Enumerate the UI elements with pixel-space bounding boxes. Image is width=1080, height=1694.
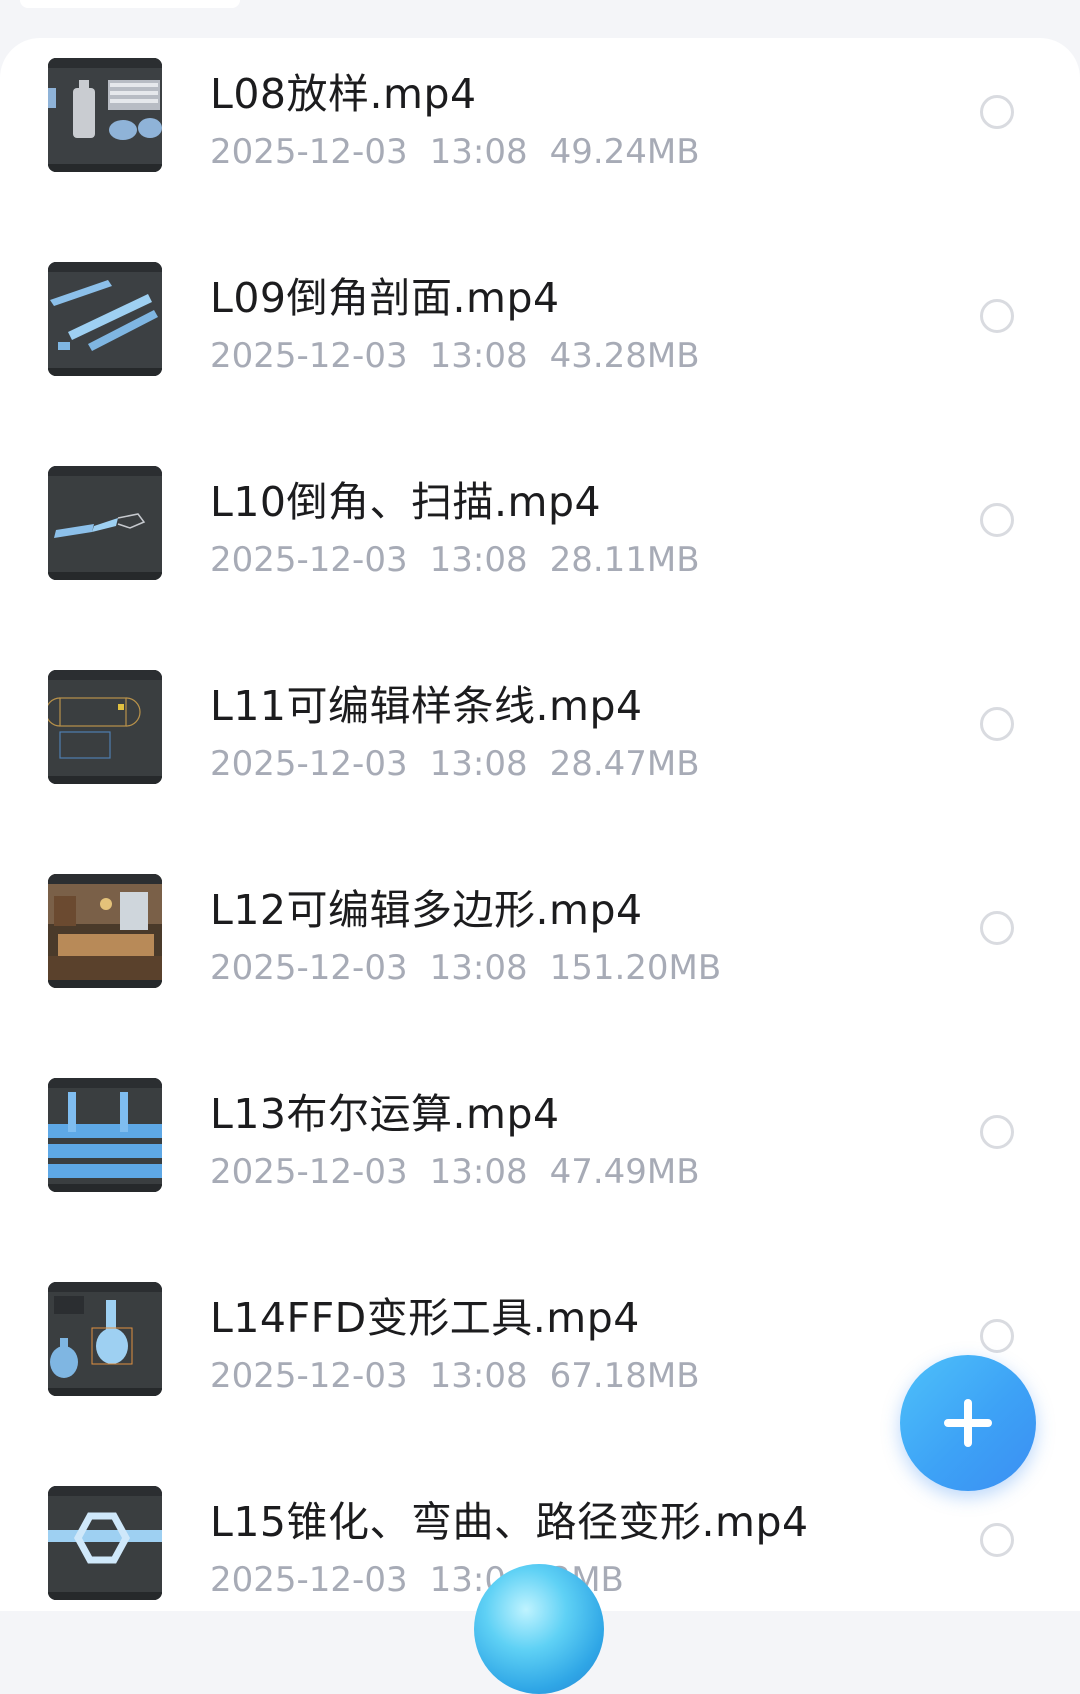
select-radio[interactable] xyxy=(980,299,1014,333)
file-date: 2025-12-03 xyxy=(210,1152,408,1192)
file-meta: 2025-12-03 13:08 28.11MB xyxy=(210,540,722,580)
file-time: 13:08 xyxy=(429,1356,528,1396)
file-row[interactable]: L12可编辑多边形.mp4 2025-12-03 13:08 151.20MB xyxy=(0,854,1080,1058)
file-name: L10倒角、扫描.mp4 xyxy=(210,478,602,526)
file-time: 13:08 xyxy=(429,336,528,376)
file-name: L12可编辑多边形.mp4 xyxy=(210,886,643,934)
file-size: 28.47MB xyxy=(549,744,700,784)
file-name: L13布尔运算.mp4 xyxy=(210,1090,560,1138)
file-name: L11可编辑样条线.mp4 xyxy=(210,682,643,730)
file-date: 2025-12-03 xyxy=(210,744,408,784)
file-row[interactable]: L09倒角剖面.mp4 2025-12-03 13:08 43.28MB xyxy=(0,242,1080,446)
file-name: L08放样.mp4 xyxy=(210,70,477,118)
file-size: 151.20MB xyxy=(549,948,722,988)
video-thumbnail xyxy=(48,466,162,580)
video-thumbnail xyxy=(48,670,162,784)
select-radio[interactable] xyxy=(980,95,1014,129)
file-name: L09倒角剖面.mp4 xyxy=(210,274,560,322)
file-date: 2025-12-03 xyxy=(210,1560,408,1600)
file-row[interactable]: L10倒角、扫描.mp4 2025-12-03 13:08 28.11MB xyxy=(0,446,1080,650)
file-date: 2025-12-03 xyxy=(210,132,408,172)
video-thumbnail xyxy=(48,1078,162,1192)
file-size: 28.11MB xyxy=(549,540,700,580)
file-date: 2025-12-03 xyxy=(210,336,408,376)
file-meta: 2025-12-03 13:08 43.28MB xyxy=(210,336,722,376)
file-meta: 2025-12-03 13:08 151.20MB xyxy=(210,948,743,988)
file-size: 67.18MB xyxy=(549,1356,700,1396)
file-row[interactable]: L13布尔运算.mp4 2025-12-03 13:08 47.49MB xyxy=(0,1058,1080,1262)
file-time: 13:08 xyxy=(429,948,528,988)
add-button[interactable] xyxy=(900,1355,1036,1491)
plus-icon xyxy=(944,1399,992,1447)
select-radio[interactable] xyxy=(980,1523,1014,1557)
file-meta: 2025-12-03 13:08 49.24MB xyxy=(210,132,722,172)
video-thumbnail xyxy=(48,262,162,376)
file-size: 49.24MB xyxy=(549,132,700,172)
file-size: 43.28MB xyxy=(549,336,700,376)
select-radio[interactable] xyxy=(980,503,1014,537)
file-meta: 2025-12-03 13:08 47.49MB xyxy=(210,1152,722,1192)
file-time: 13:08 xyxy=(429,744,528,784)
file-time: 13:08 xyxy=(429,1152,528,1192)
file-time: 13:08 xyxy=(429,540,528,580)
file-row[interactable]: L11可编辑样条线.mp4 2025-12-03 13:08 28.47MB xyxy=(0,650,1080,854)
select-radio[interactable] xyxy=(980,707,1014,741)
select-radio[interactable] xyxy=(980,911,1014,945)
file-date: 2025-12-03 xyxy=(210,540,408,580)
file-date: 2025-12-03 xyxy=(210,948,408,988)
floating-assistant-ball[interactable] xyxy=(474,1564,604,1694)
file-date: 2025-12-03 xyxy=(210,1356,408,1396)
top-bar-remnant xyxy=(20,0,240,8)
video-thumbnail xyxy=(48,1282,162,1396)
select-radio[interactable] xyxy=(980,1319,1014,1353)
select-radio[interactable] xyxy=(980,1115,1014,1149)
video-thumbnail xyxy=(48,1486,162,1600)
file-meta: 2025-12-03 13:08 28.47MB xyxy=(210,744,722,784)
file-row[interactable]: L08放样.mp4 2025-12-03 13:08 49.24MB xyxy=(0,38,1080,242)
video-thumbnail xyxy=(48,58,162,172)
file-size: 47.49MB xyxy=(549,1152,700,1192)
file-name: L15锥化、弯曲、路径变形.mp4 xyxy=(210,1498,809,1546)
file-time: 13:08 xyxy=(429,132,528,172)
file-meta: 2025-12-03 13:08 67.18MB xyxy=(210,1356,722,1396)
video-thumbnail xyxy=(48,874,162,988)
file-name: L14FFD变形工具.mp4 xyxy=(210,1294,640,1342)
